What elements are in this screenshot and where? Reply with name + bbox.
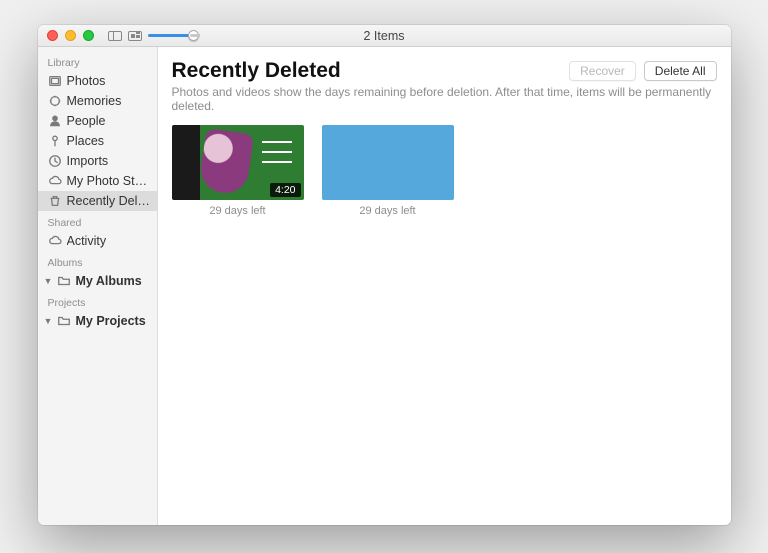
media-item[interactable]: 4:20 29 days left bbox=[172, 125, 304, 217]
sidebar-item-my-projects[interactable]: ▼ My Projects bbox=[38, 311, 157, 331]
disclosure-triangle-icon[interactable]: ▼ bbox=[44, 276, 52, 286]
sidebar-header-library: Library bbox=[38, 51, 157, 71]
sidebar-header-shared: Shared bbox=[38, 211, 157, 231]
media-item[interactable]: 29 days left bbox=[322, 125, 454, 217]
places-icon bbox=[48, 134, 62, 148]
imports-icon bbox=[48, 154, 62, 168]
sidebar-item-people[interactable]: People bbox=[38, 111, 157, 131]
page-title: Recently Deleted bbox=[172, 59, 341, 83]
sidebar-item-label: Imports bbox=[67, 154, 109, 168]
media-thumbnail bbox=[322, 125, 454, 200]
photos-icon bbox=[48, 74, 62, 88]
sidebar-header-albums: Albums bbox=[38, 251, 157, 271]
sidebar-item-places[interactable]: Places bbox=[38, 131, 157, 151]
media-grid: 4:20 29 days left 29 days left bbox=[172, 125, 717, 217]
recover-button[interactable]: Recover bbox=[569, 61, 636, 81]
sidebar-header-projects: Projects bbox=[38, 291, 157, 311]
sidebar-item-photos[interactable]: Photos bbox=[38, 71, 157, 91]
people-icon bbox=[48, 114, 62, 128]
fullscreen-window-button[interactable] bbox=[83, 30, 94, 41]
media-thumbnail: 4:20 bbox=[172, 125, 304, 200]
traffic-lights bbox=[38, 30, 94, 41]
sidebar-item-activity[interactable]: Activity bbox=[38, 231, 157, 251]
app-window: 2 Items Library Photos Memories People P… bbox=[38, 25, 731, 525]
sidebar-item-label: Activity bbox=[67, 234, 107, 248]
sidebar-item-label: My Photo Stre… bbox=[67, 174, 151, 188]
zoom-slider[interactable] bbox=[148, 34, 200, 37]
sidebar-item-label: My Projects bbox=[76, 314, 146, 328]
sidebar: Library Photos Memories People Places Im… bbox=[38, 47, 158, 525]
days-left-label: 29 days left bbox=[172, 205, 304, 217]
sidebar-item-label: People bbox=[67, 114, 106, 128]
sidebar-item-recently-deleted[interactable]: Recently Delet… bbox=[38, 191, 157, 211]
disclosure-triangle-icon[interactable]: ▼ bbox=[44, 316, 52, 326]
memories-icon bbox=[48, 94, 62, 108]
close-window-button[interactable] bbox=[47, 30, 58, 41]
days-left-label: 29 days left bbox=[322, 205, 454, 217]
sidebar-item-label: My Albums bbox=[76, 274, 142, 288]
folder-icon bbox=[57, 314, 71, 328]
sidebar-item-my-albums[interactable]: ▼ My Albums bbox=[38, 271, 157, 291]
sidebar-item-label: Photos bbox=[67, 74, 106, 88]
sidebar-item-photo-stream[interactable]: My Photo Stre… bbox=[38, 171, 157, 191]
cloud-icon bbox=[48, 234, 62, 248]
delete-all-button[interactable]: Delete All bbox=[644, 61, 717, 81]
sidebar-item-memories[interactable]: Memories bbox=[38, 91, 157, 111]
sidebar-item-label: Memories bbox=[67, 94, 122, 108]
titlebar: 2 Items bbox=[38, 25, 731, 47]
folder-icon bbox=[57, 274, 71, 288]
video-duration-badge: 4:20 bbox=[270, 183, 300, 197]
toolbar-controls bbox=[108, 31, 200, 41]
toggle-sidebar-icon[interactable] bbox=[108, 31, 122, 41]
trash-icon bbox=[48, 194, 62, 208]
main-content: Recently Deleted Recover Delete All Phot… bbox=[158, 47, 731, 525]
sidebar-item-label: Recently Delet… bbox=[67, 194, 151, 208]
minimize-window-button[interactable] bbox=[65, 30, 76, 41]
cloud-icon bbox=[48, 174, 62, 188]
sidebar-item-imports[interactable]: Imports bbox=[38, 151, 157, 171]
thumbnail-view-icon[interactable] bbox=[128, 31, 142, 41]
page-subtitle: Photos and videos show the days remainin… bbox=[172, 85, 717, 113]
sidebar-item-label: Places bbox=[67, 134, 105, 148]
